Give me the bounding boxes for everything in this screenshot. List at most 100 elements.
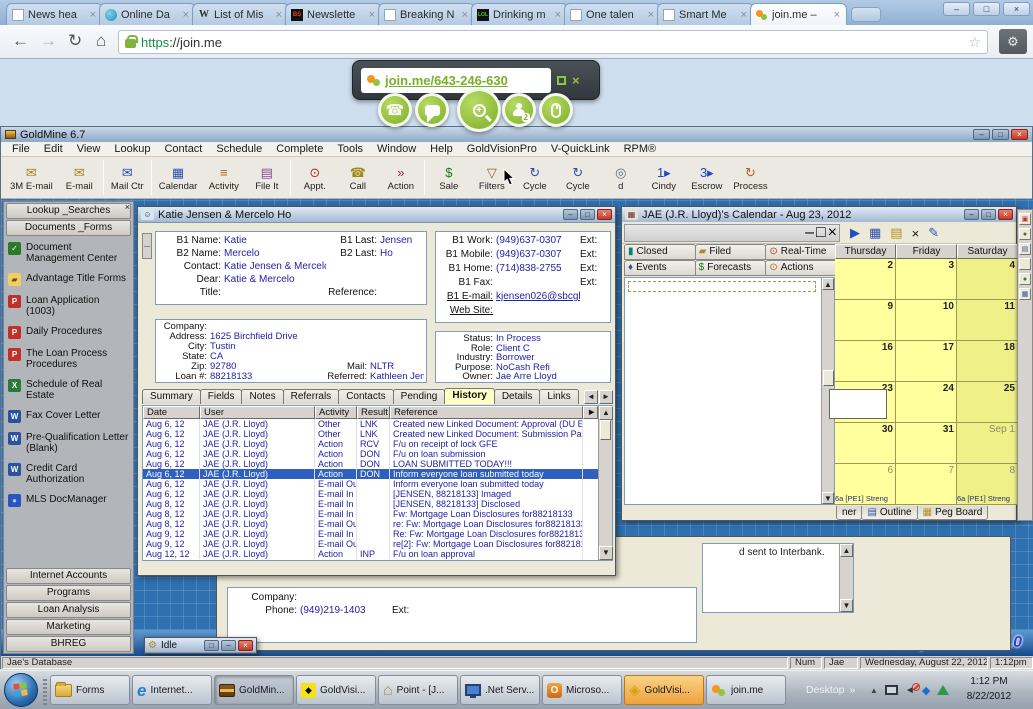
field-value[interactable]: Jensen (380, 234, 424, 247)
home-icon[interactable]: ⌂ (96, 31, 106, 51)
display-icon[interactable] (885, 685, 898, 695)
toolbar-action[interactable]: »Action (379, 157, 422, 198)
field-value[interactable]: 88218133 (210, 372, 320, 382)
sidebar-item-9[interactable]: ●MLS DocManager (8, 494, 129, 507)
record-spinner[interactable] (142, 233, 152, 259)
day-cell-7[interactable]: 7 (896, 464, 957, 505)
scroll-up-icon[interactable]: ▲ (599, 406, 613, 420)
contact-maximize-button[interactable]: □ (580, 209, 595, 220)
toolbar-activity[interactable]: ≡Activity (202, 157, 245, 198)
idle-titlebar[interactable]: ⚙ Idle □–× (145, 638, 256, 653)
field-value[interactable]: Katie (224, 234, 326, 247)
day-cell-24[interactable]: 24 (896, 382, 957, 423)
phone-value[interactable]: kjensen026@sbcglobal.net (496, 290, 580, 304)
new-tab-button[interactable] (851, 7, 881, 22)
status-value[interactable]: Borrower (496, 353, 608, 363)
field-value[interactable] (370, 332, 424, 342)
bottom-tab-ner[interactable]: ner (836, 506, 862, 520)
sidebar-bottom-tab-programs[interactable]: Programs (6, 585, 131, 601)
field-value[interactable]: NLTR (370, 362, 424, 372)
drive-icon[interactable] (937, 685, 949, 695)
sidebar-bottom-tab-loan-analysis[interactable]: Loan Analysis (6, 602, 131, 618)
status-value[interactable]: In Process (496, 334, 608, 344)
sidebar-bottom-tab-marketing[interactable]: Marketing (6, 619, 131, 635)
field-value[interactable]: 92780 (210, 362, 320, 372)
menu-window[interactable]: Window (370, 143, 423, 155)
field-value[interactable]: Kathleen Jensen (370, 372, 424, 382)
back-icon[interactable]: ← (12, 31, 29, 51)
calendar-inner-maximize-button[interactable]: □ (816, 224, 826, 242)
toolbar-cycle[interactable]: ↻Cycle (556, 157, 599, 198)
note-icon[interactable]: ▤ (890, 225, 902, 241)
goldmine-maximize-button[interactable]: □ (992, 129, 1009, 140)
sidebar-item-4[interactable]: PThe Loan Process Procedures (8, 348, 129, 370)
sidebar-item-3[interactable]: PDaily Procedures (8, 326, 129, 339)
tab-close-icon[interactable]: × (554, 9, 562, 21)
tab-forecasts[interactable]: $Forecasts (695, 260, 767, 276)
column-header-user[interactable]: User (200, 406, 315, 419)
toolbar-call[interactable]: ☎Call (336, 157, 379, 198)
reload-icon[interactable]: ↻ (68, 31, 82, 51)
sidebar-panel-tab-1[interactable]: Documents _Forms (6, 220, 131, 236)
calendar-inner-minimize-button[interactable]: – (805, 224, 814, 242)
day-cell-23[interactable]: 23 (835, 382, 896, 423)
contact-address-box[interactable]: Company:Address:1625 Birchfield DriveCit… (155, 319, 427, 383)
browser-maximize-button[interactable]: □ (973, 2, 1000, 16)
joinme-minimize-icon[interactable] (557, 76, 566, 85)
tab-summary[interactable]: Summary (142, 389, 201, 404)
day-cell-17[interactable]: 17 (896, 341, 957, 382)
tab-notes[interactable]: Notes (241, 389, 283, 404)
field-value[interactable]: Ho (380, 247, 424, 260)
field-value[interactable]: Tustin (210, 342, 320, 352)
taskbar-button-microso[interactable]: OMicroso... (542, 675, 622, 705)
tab-actions[interactable]: ⊙Actions (765, 260, 837, 276)
table-row[interactable]: Aug 8, 12JAE (J.R. Lloyd)E-mail In[JENSE… (143, 499, 612, 509)
idle-maximize-button[interactable]: – (221, 640, 236, 651)
field-value[interactable] (380, 260, 424, 273)
phone-value[interactable] (496, 276, 580, 290)
bg-notes-box[interactable]: d sent to Interbank. ▲ ▼ (702, 543, 854, 613)
browser-tab-2[interactable]: WList of Mis× (192, 3, 289, 25)
edit-icon[interactable]: ✎ (928, 225, 939, 241)
table-row[interactable]: Aug 6, 12JAE (J.R. Lloyd)ActionRCVF/u on… (143, 439, 612, 449)
sidebar-close-icon[interactable]: × (125, 202, 130, 212)
status-value[interactable]: Client C (496, 344, 608, 354)
tab-events[interactable]: ♦Events (624, 260, 696, 276)
day-cell-18[interactable]: 18 (957, 341, 1018, 382)
taskbar-button-netserv[interactable]: .Net Serv... (460, 675, 540, 705)
sidebar-item-8[interactable]: WCredit Card Authorization (8, 463, 129, 485)
calendar-task-list[interactable]: ▲ ▼ (624, 277, 835, 505)
tab-close-icon[interactable]: × (368, 9, 376, 21)
column-header-date[interactable]: Date (143, 406, 200, 419)
day-cell-6[interactable]: 66a [PE1] Streng (835, 464, 896, 505)
toolbar-process[interactable]: ↻Process (728, 157, 772, 198)
toolbar-cycle[interactable]: ↻Cycle (513, 157, 556, 198)
tab-details[interactable]: Details (494, 389, 541, 404)
toolbar-d[interactable]: ◎d (599, 157, 642, 198)
tab-close-icon[interactable]: × (275, 9, 283, 21)
calendar-minimize-button[interactable]: – (964, 209, 979, 220)
field-value[interactable] (380, 286, 424, 299)
tab-close-icon[interactable]: × (461, 9, 469, 21)
tab-scroll-right-icon[interactable]: ► (599, 390, 613, 404)
history-scrollbar[interactable]: ▲▼ (598, 406, 612, 560)
calendar-inner-close-button[interactable]: × (828, 224, 837, 242)
taskbar-button-goldvisi[interactable]: ◈GoldVisi... (624, 675, 704, 705)
tab-fields[interactable]: Fields (200, 389, 243, 404)
idle-minimize-button[interactable]: □ (204, 640, 219, 651)
day-cell-30[interactable]: 30 (835, 423, 896, 464)
tab-scroll-left-icon[interactable]: ◄ (584, 390, 598, 404)
chevron-icon[interactable]: » (850, 684, 856, 696)
browser-minimize-button[interactable]: – (943, 2, 970, 16)
wrench-menu-button[interactable]: ⚙ (999, 29, 1027, 54)
browser-tab-6[interactable]: One talen× (564, 3, 661, 25)
mouse-share-button[interactable] (539, 93, 573, 127)
field-value[interactable] (370, 342, 424, 352)
field-value[interactable] (370, 352, 424, 362)
phone-value[interactable]: (949)637-0307 (496, 248, 580, 262)
bg-notes-scrollbar[interactable]: ▲ ▼ (839, 544, 853, 612)
table-row[interactable]: Aug 9, 12JAE (J.R. Lloyd)E-mail Outre[2]… (143, 539, 612, 549)
toolbar-3m-e-mail[interactable]: ✉3M E-mail (5, 157, 58, 198)
sidebar-bottom-tab-bhreg[interactable]: BHREG (6, 636, 131, 652)
browser-close-button[interactable]: × (1003, 2, 1030, 16)
